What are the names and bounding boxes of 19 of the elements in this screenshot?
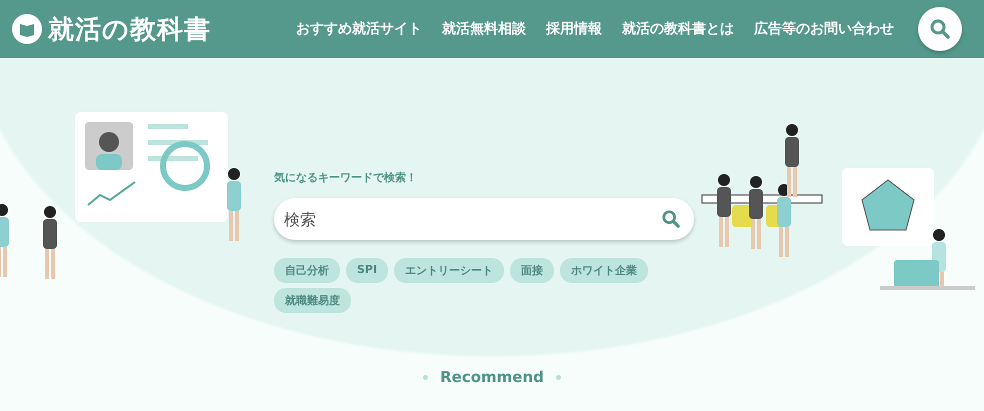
search-prompt: 気になるキーワードで検索！ <box>274 170 418 185</box>
keyword-tag[interactable]: 面接 <box>510 258 554 283</box>
search-icon <box>930 19 950 39</box>
search-icon[interactable] <box>662 210 680 228</box>
keyword-tag[interactable]: エントリーシート <box>394 258 504 283</box>
nav-link[interactable]: 就活無料相談 <box>442 20 526 38</box>
nav-link[interactable]: 採用情報 <box>546 20 602 38</box>
section-label: Recommend <box>440 368 544 386</box>
book-icon <box>12 14 42 44</box>
keyword-search-field[interactable]: 検索 <box>274 198 694 240</box>
nav-link[interactable]: おすすめ就活サイト <box>296 20 422 38</box>
keyword-tag[interactable]: SPI <box>346 258 388 283</box>
keyword-tag[interactable]: 自己分析 <box>274 258 340 283</box>
nav-link[interactable]: 広告等のお問い合わせ <box>754 20 894 38</box>
keyword-tag[interactable]: ホワイト企業 <box>560 258 648 283</box>
search-button[interactable] <box>918 7 962 51</box>
nav-link[interactable]: 就活の教科書とは <box>622 20 734 38</box>
keyword-tag[interactable]: 就職難易度 <box>274 288 351 313</box>
site-logo[interactable]: 就活の教科書 <box>48 12 211 46</box>
